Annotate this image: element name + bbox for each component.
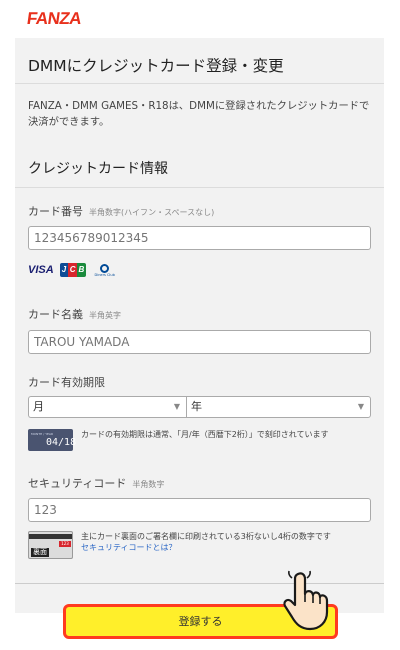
card-name-input[interactable] [28, 330, 371, 354]
chevron-down-icon: ▼ [357, 402, 364, 411]
registration-panel: DMMにクレジットカード登録・変更 FANZA・DMM GAMES・R18は、D… [15, 38, 384, 613]
page-title: DMMにクレジットカード登録・変更 [28, 57, 284, 75]
expiry-label: カード有効期限 [28, 376, 105, 389]
diners-circle [100, 263, 110, 273]
chevron-down-icon: ▼ [173, 402, 180, 411]
fanza-logo[interactable]: FANZA [26, 9, 83, 29]
security-code-note-text: 主にカード裏面のご署名欄に印刷されている3桁ないし4桁の数字です セキュリティコ… [81, 532, 331, 552]
intro-text: FANZA・DMM GAMES・R18は、DMMに登録されたクレジットカードで決… [28, 100, 370, 128]
security-code-input[interactable] [28, 498, 371, 522]
security-code-help-link[interactable]: セキュリティコードとは？ [81, 543, 177, 552]
security-code-note: 123 裏面 主にカード裏面のご署名欄に印刷されている3桁ないし4桁の数字です … [28, 531, 366, 559]
card-back-icon: 123 裏面 [28, 531, 73, 559]
pointing-hand-icon [283, 570, 329, 631]
card-number-label: カード番号 半角数字(ハイフン・スペースなし) [28, 205, 215, 218]
expiry-selects: 月 ▼ 年 ▼ [28, 396, 371, 418]
security-code-label: セキュリティコード 半角数字 [28, 477, 165, 490]
section-heading: クレジットカード情報 [28, 161, 168, 177]
card-number-input[interactable] [28, 226, 371, 250]
expiry-year-select[interactable]: 年 ▼ [186, 396, 371, 418]
title-divider [15, 83, 384, 84]
diners-club-logo-icon: Diners Club [92, 262, 118, 278]
section-divider [15, 187, 384, 188]
expiry-note: MONTH / YEAR 04/18 カードの有効期限は通常、「月/年（西暦下2… [28, 429, 366, 451]
magnetic-stripe [29, 534, 72, 539]
card-name-label: カード名義 半角英字 [28, 308, 121, 321]
visa-logo-icon: VISA [28, 264, 54, 276]
expiry-month-select[interactable]: 月 ▼ [28, 396, 186, 418]
jcb-logo-icon: J C B [59, 263, 86, 277]
accepted-brands: VISA J C B Diners Club [28, 261, 118, 279]
expiry-card-icon: MONTH / YEAR 04/18 [28, 429, 76, 451]
